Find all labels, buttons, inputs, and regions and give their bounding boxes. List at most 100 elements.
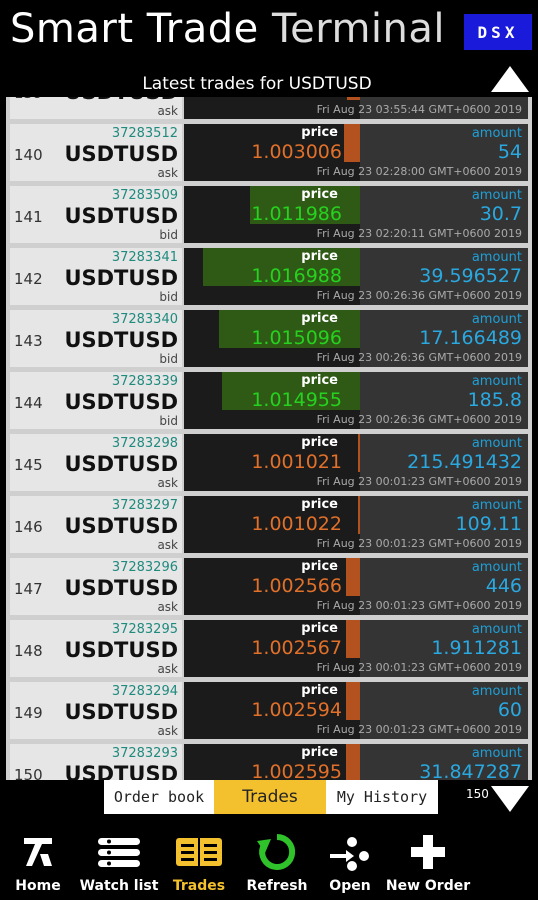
trade-summary: 139 USDTUSDask: [10, 97, 182, 119]
nav-watch-list-label: Watch list: [79, 878, 159, 894]
trade-side: bid: [159, 290, 178, 304]
trade-summary: 141 37283509 USDTUSD bid: [10, 186, 182, 243]
trade-pair: USDTUSD: [64, 700, 178, 724]
trade-side: ask: [157, 724, 178, 738]
trade-details: price 1.011986 amount 30.7 Fri Aug 23 02:20:…: [184, 186, 528, 243]
trade-date: Fri Aug 23 00:01:23 GMT+0600 2019: [316, 723, 522, 736]
trade-price: 1.002594: [251, 699, 342, 721]
nav-trades-label: Trades: [172, 878, 226, 894]
trade-row[interactable]: 148 37283295 USDTUSD ask price 1.002567 amount…: [6, 619, 532, 678]
amount-label: amount: [471, 188, 522, 203]
price-label: price: [301, 497, 338, 512]
trade-row[interactable]: 142 37283341 USDTUSD bid price 1.016988 amount…: [6, 247, 532, 306]
price-label: price: [301, 125, 338, 140]
home-logo-icon: [18, 830, 58, 874]
trade-amount: 60: [497, 699, 522, 721]
trade-row[interactable]: 145 37283298 USDTUSD ask price 1.001021 amount…: [6, 433, 532, 492]
app-title-part2: Terminal: [271, 6, 445, 52]
trade-row[interactable]: 149 37283294 USDTUSD ask price 1.002594 amount…: [6, 681, 532, 740]
amount-label: amount: [471, 374, 522, 389]
price-label: price: [301, 683, 338, 698]
trade-details: price 1.001021 amount 215.491432 Fri Aug 23 …: [184, 434, 528, 491]
trade-price: 1.002595: [251, 761, 342, 780]
price-volume-bar: [346, 620, 360, 658]
trade-id: 37283341: [111, 250, 178, 265]
price-label: price: [301, 311, 338, 326]
price-volume-bar: [347, 97, 360, 100]
trade-price: 1.011986: [251, 203, 342, 225]
trade-price: 1.002566: [251, 575, 342, 597]
trade-details: priceamountFri Aug 23 03:55:44 GMT+0600 …: [184, 97, 528, 119]
trade-row[interactable]: 146 37283297 USDTUSD ask price 1.001022 amount…: [6, 495, 532, 554]
plus-icon: [408, 830, 448, 874]
nav-refresh-label: Refresh: [246, 878, 308, 894]
amount-label: amount: [471, 126, 522, 141]
trade-index: 150: [14, 766, 43, 780]
trade-index: 146: [14, 518, 43, 536]
trade-details: price 1.016988 amount 39.596527 Fri Aug 23 0…: [184, 248, 528, 305]
trade-date: Fri Aug 23 02:20:11 GMT+0600 2019: [316, 227, 522, 240]
trade-details: price 1.002566 amount 446 Fri Aug 23 00:01:2…: [184, 558, 528, 615]
nav-trades[interactable]: Trades: [168, 830, 230, 900]
nav-new-order[interactable]: New Order: [386, 830, 470, 900]
trade-amount: 30.7: [479, 203, 522, 225]
trade-price: 1.014955: [251, 389, 342, 411]
trade-index: 140: [14, 146, 43, 164]
trade-side: ask: [157, 166, 178, 180]
price-label: price: [301, 249, 338, 264]
price-label: price: [301, 745, 338, 760]
trade-price: 1.016988: [251, 265, 342, 287]
trade-amount: 17.166489: [419, 327, 522, 349]
trade-row[interactable]: 144 37283339 USDTUSD bid price 1.014955 amount…: [6, 371, 532, 430]
trade-date: Fri Aug 23 00:26:36 GMT+0600 2019: [316, 351, 522, 364]
trade-details: price 1.002595 amount 31.847287: [184, 744, 528, 780]
trade-pair: USDTUSD: [64, 204, 178, 228]
scroll-down-icon[interactable]: [491, 786, 529, 812]
trade-row[interactable]: 139 USDTUSDask priceamountFri Aug 23 03:55…: [6, 97, 532, 120]
trade-pair: USDTUSD: [64, 390, 178, 414]
amount-label: amount: [471, 746, 522, 761]
trade-summary: 140 37283512 USDTUSD ask: [10, 124, 182, 181]
trade-row[interactable]: 141 37283509 USDTUSD bid price 1.011986 amount…: [6, 185, 532, 244]
trade-row[interactable]: 147 37283296 USDTUSD ask price 1.002566 amount…: [6, 557, 532, 616]
trade-summary: 15037283293USDTUSDask: [10, 744, 182, 780]
trade-price: 1.003006: [251, 141, 342, 163]
trade-date: Fri Aug 23 00:26:36 GMT+0600 2019: [316, 413, 522, 426]
trade-amount: 215.491432: [407, 451, 522, 473]
nav-refresh[interactable]: Refresh: [244, 830, 310, 900]
app-title-part1: Smart Trade: [10, 6, 259, 52]
trade-row[interactable]: 15037283293USDTUSDask price1.002595 amount…: [6, 743, 532, 780]
trade-row[interactable]: 143 37283340 USDTUSD bid price 1.015096 amount…: [6, 309, 532, 368]
scroll-up-icon[interactable]: [491, 66, 529, 92]
trade-side: bid: [159, 414, 178, 428]
trade-side: ask: [157, 662, 178, 676]
tab-order-book[interactable]: Order book: [104, 780, 214, 814]
trade-side: bid: [159, 228, 178, 242]
trade-id: 37283339: [111, 374, 178, 389]
trade-id: 37283340: [111, 312, 178, 327]
trade-details: price 1.003006 amount 54 Fri Aug 23 02:28:00…: [184, 124, 528, 181]
tab-my-history[interactable]: My History: [326, 780, 438, 814]
bottom-nav: Home Watch list Trades Refresh Open New …: [0, 830, 538, 900]
price-label: price: [301, 621, 338, 636]
trades-list[interactable]: 139USDTUSDaskpriceamountFri Aug 23 03:55…: [6, 97, 532, 780]
trade-price: 1.001022: [251, 513, 342, 535]
trade-pair: USDTUSD: [64, 514, 178, 538]
trade-date: Fri Aug 23 02:28:00 GMT+0600 2019: [316, 165, 522, 178]
nav-watch-list[interactable]: Watch list: [80, 830, 158, 900]
trade-index: 147: [14, 580, 43, 598]
trade-id: 37283512: [111, 126, 178, 141]
tab-trades[interactable]: Trades: [214, 780, 326, 814]
trade-index: 141: [14, 208, 43, 226]
nav-home[interactable]: Home: [10, 830, 66, 900]
trade-row[interactable]: 140 37283512 USDTUSD ask price 1.003006 amount…: [6, 123, 532, 182]
trade-side: ask: [157, 538, 178, 552]
trade-side: ask: [157, 600, 178, 614]
trade-summary: 149 37283294 USDTUSD ask: [10, 682, 182, 739]
trade-price: 1.002567: [251, 637, 342, 659]
nav-open[interactable]: Open: [322, 830, 378, 900]
trade-details: price 1.001022 amount 109.11 Fri Aug 23 00:0…: [184, 496, 528, 553]
trade-pair: USDTUSD: [64, 762, 178, 780]
trade-side: ask: [157, 104, 178, 118]
trade-index: 148: [14, 642, 43, 660]
